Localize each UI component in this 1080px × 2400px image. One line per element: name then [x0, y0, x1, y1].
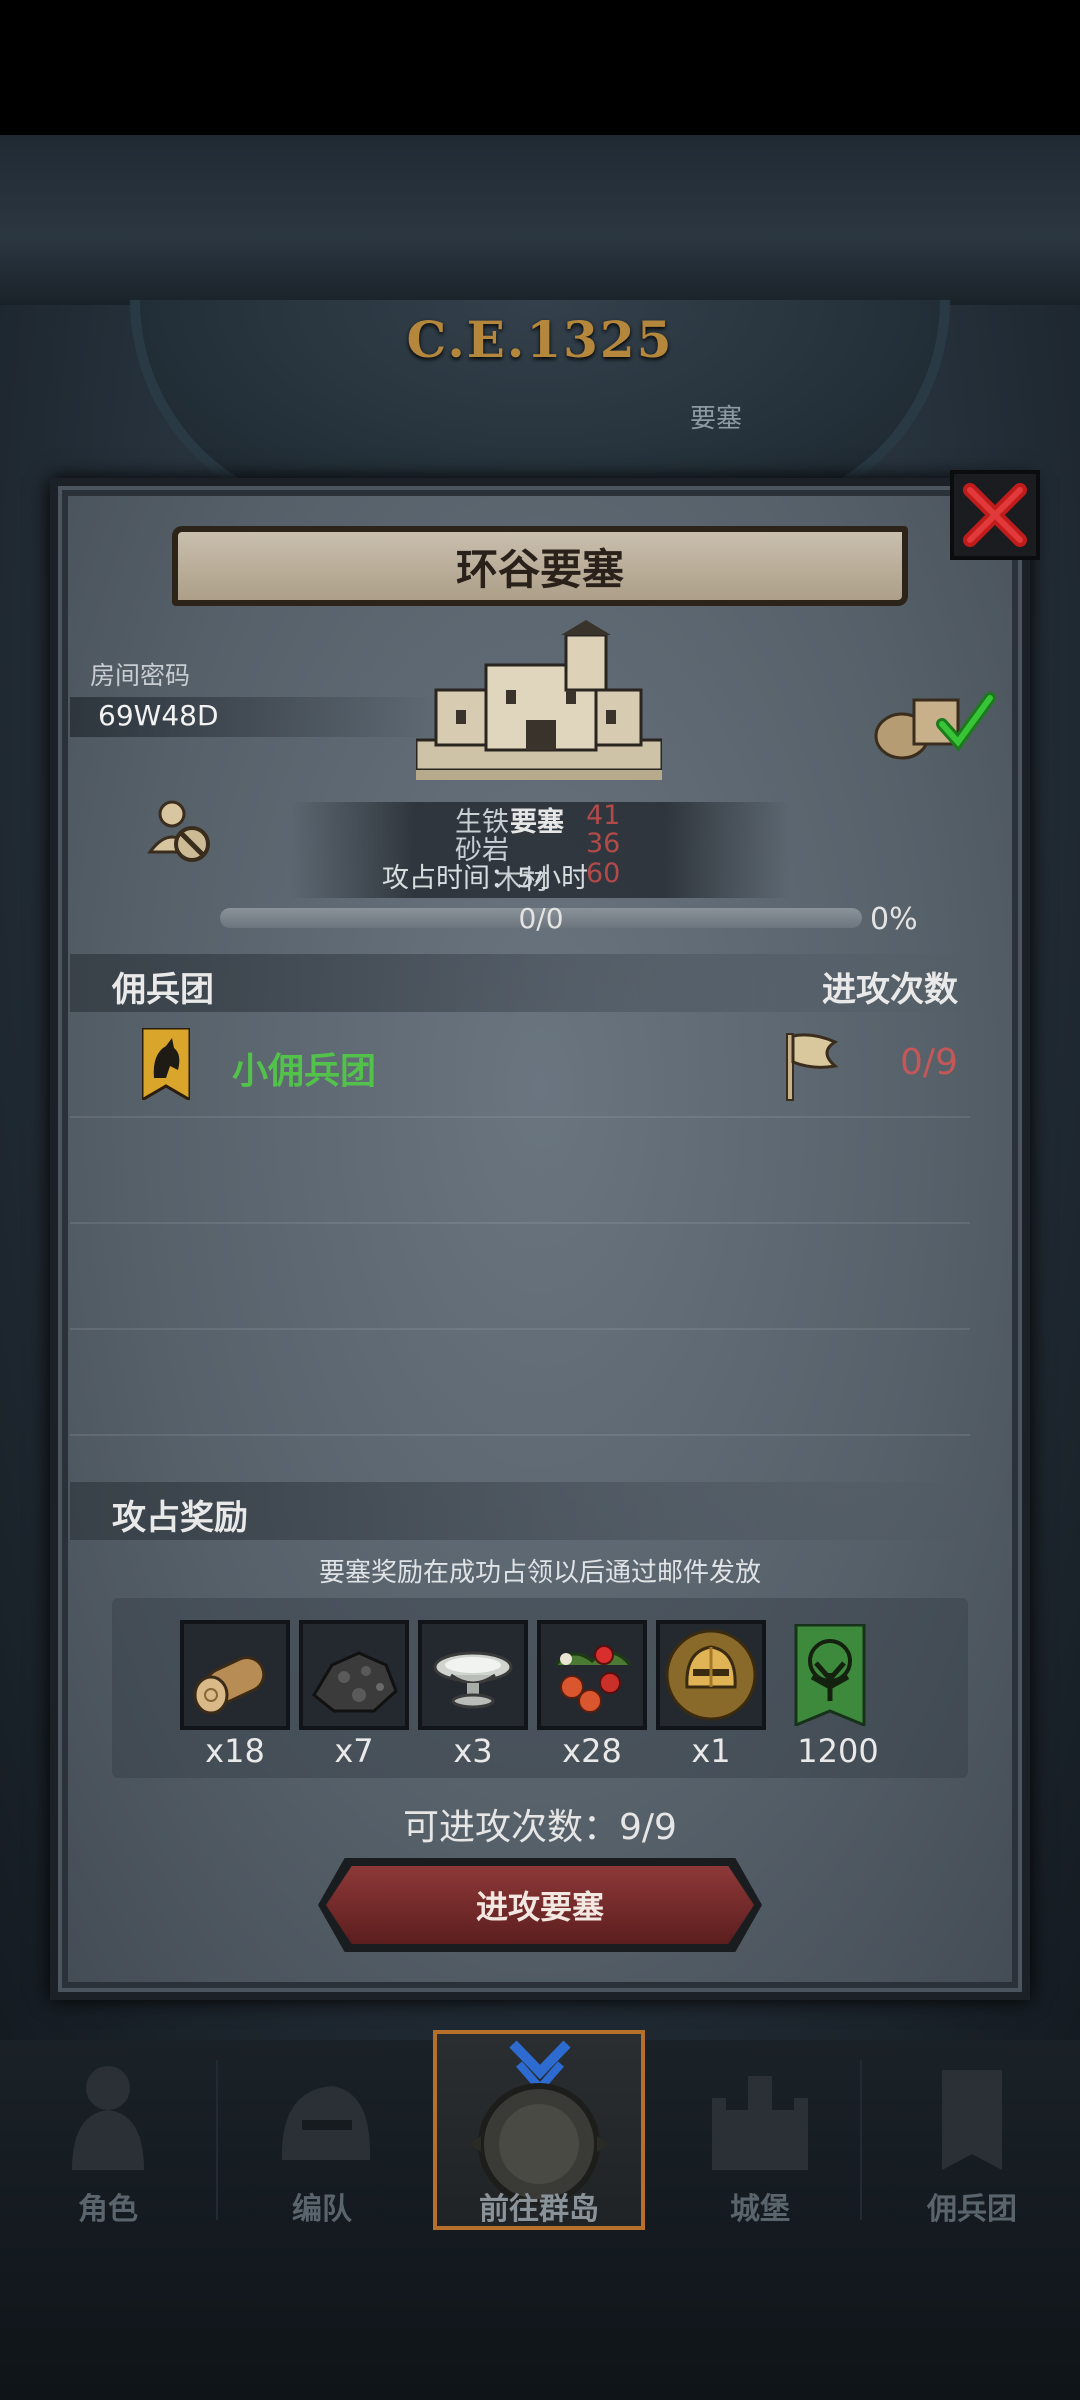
ore-rock-icon [312, 1651, 398, 1713]
berries-icon [554, 1645, 632, 1713]
flag-icon [786, 1033, 839, 1101]
background-fort-tag: 要塞 [690, 404, 743, 434]
helmet-formation-icon [281, 2086, 371, 2160]
progress-text: 0/0 [518, 902, 564, 935]
row-divider [70, 1222, 970, 1224]
timber-value: 60 [586, 858, 621, 889]
nav-label-castle: 城堡 [730, 2192, 790, 2227]
modal-title: 环谷要塞 [172, 526, 908, 606]
attempts-remaining: 可进攻次数：9/9 [403, 1807, 677, 1848]
sandstone-value: 36 [586, 828, 621, 859]
iron-value: 41 [586, 800, 621, 831]
tree-banner-icon [794, 1624, 866, 1726]
nav-label-mercenary: 佣兵团 [927, 2192, 1017, 2227]
reward-slot-helmet[interactable] [656, 1620, 766, 1730]
reward-qty-berries: x28 [562, 1732, 622, 1770]
reward-qty-banner: 1200 [797, 1732, 879, 1770]
nav-label-islands: 前往群岛 [479, 2192, 599, 2227]
attack-count-header: 进攻次数 [822, 970, 958, 1010]
reward-section-title: 攻占奖励 [112, 1498, 248, 1538]
reward-qty-ore: x7 [334, 1732, 374, 1770]
top-header-band [0, 135, 1080, 305]
attack-count: 0/9 [900, 1042, 958, 1083]
era-label: C.E.1325 [406, 310, 674, 369]
progress-percent: 0% [870, 902, 918, 937]
reward-slot-berries[interactable] [537, 1620, 647, 1730]
nav-separator [216, 2060, 218, 2220]
attack-fortress-button[interactable]: 进攻要塞 [326, 1866, 754, 1944]
loot-bag-check-icon[interactable] [872, 684, 998, 760]
reward-slot-ore[interactable] [299, 1620, 409, 1730]
silver-bowl-icon [433, 1651, 513, 1709]
row-divider [70, 1116, 970, 1118]
fort-overlay-label: 要塞 [510, 807, 564, 838]
no-player-icon [147, 800, 210, 862]
reward-note: 要塞奖励在成功占领以后通过邮件发放 [318, 1558, 761, 1588]
reward-qty-bowl: x3 [453, 1732, 493, 1770]
close-button[interactable] [950, 470, 1040, 560]
room-code-label: 房间密码 [90, 661, 191, 690]
wolf-banner-icon [142, 1028, 190, 1100]
mercenary-section-title: 佣兵团 [112, 970, 214, 1010]
row-divider [70, 1434, 970, 1436]
nav-label-formation: 编队 [292, 2192, 352, 2227]
reward-qty-wood: x18 [205, 1732, 265, 1770]
nav-label-character: 角色 [78, 2192, 138, 2227]
reward-slot-bowl[interactable] [418, 1620, 528, 1730]
room-code-value[interactable]: 69W48D [98, 699, 219, 732]
castle-icon [416, 620, 662, 780]
reward-qty-helmet: x1 [691, 1732, 731, 1770]
status-bar-area [0, 0, 1080, 135]
wood-log-icon [193, 1656, 266, 1715]
row-divider [70, 1328, 970, 1330]
reward-slot-wood[interactable] [180, 1620, 290, 1730]
mercenary-name[interactable]: 小佣兵团 [232, 1042, 376, 1094]
nav-separator [860, 2060, 862, 2220]
mercenary-icon [942, 2070, 1002, 2170]
knight-icon [72, 2066, 144, 2170]
golden-helmet-icon [665, 1629, 757, 1721]
capture-time: 攻占时间：5小时 [382, 863, 589, 894]
castle-nav-icon [712, 2076, 808, 2170]
reward-slot-banner[interactable] [775, 1620, 885, 1730]
close-icon [963, 483, 1027, 547]
